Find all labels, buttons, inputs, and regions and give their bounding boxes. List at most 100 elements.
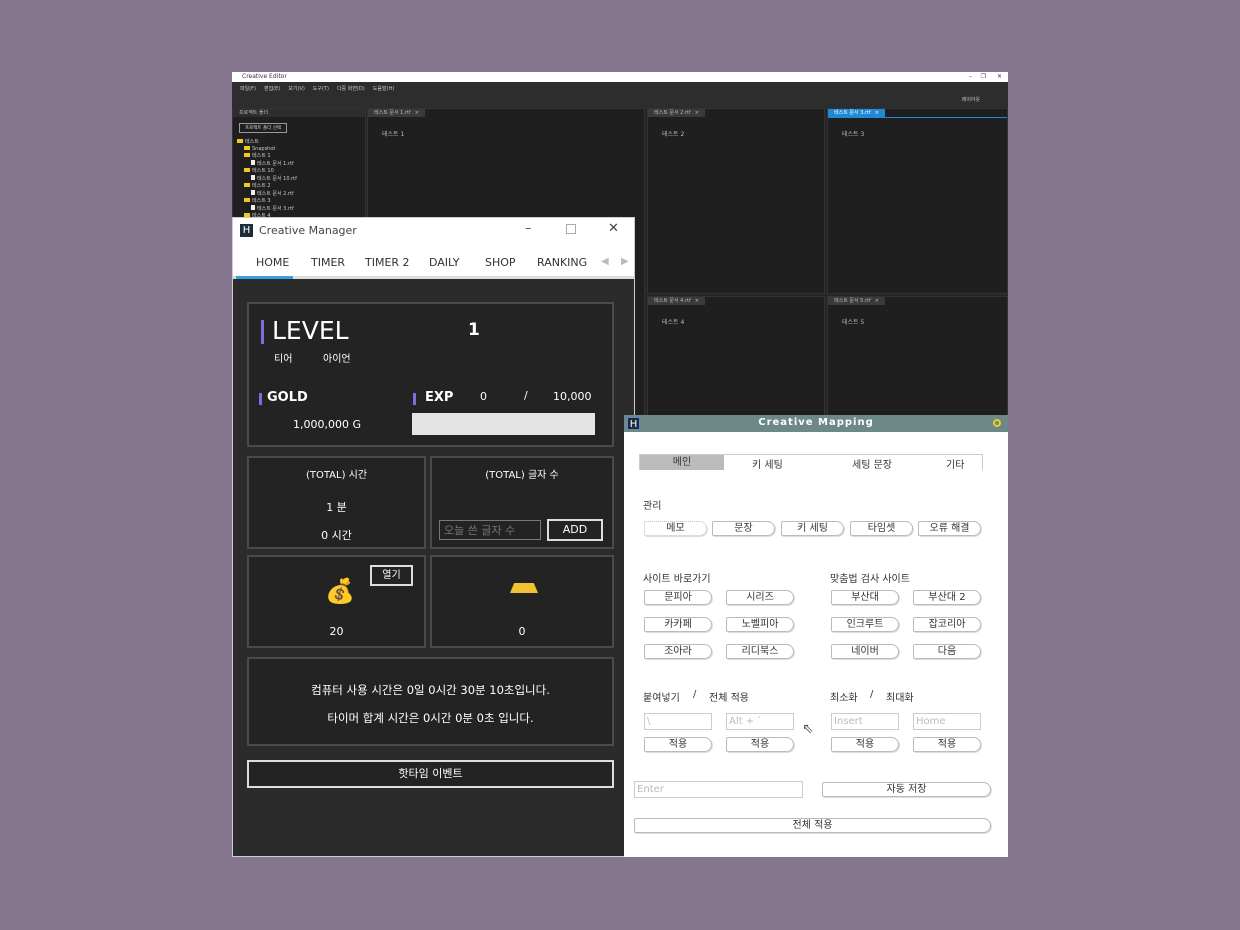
close-tab-icon[interactable]: × xyxy=(695,110,699,116)
tab-scroll-right-icon[interactable]: ▶ xyxy=(621,256,629,267)
gold-label: GOLD xyxy=(267,390,308,405)
editor-title: Creative Editor xyxy=(242,73,287,80)
apply-button[interactable]: 적용 xyxy=(726,737,794,752)
total-time-panel: (TOTAL) 시간 1 분 0 시간 xyxy=(247,456,426,549)
document-tab[interactable]: 테스트 문서 3.rtf × xyxy=(828,109,885,117)
site-button[interactable]: 노벨피아 xyxy=(726,617,794,632)
exp-value: 0 xyxy=(480,390,487,403)
manage-button[interactable]: 오류 해결 xyxy=(918,521,981,536)
menu-tools[interactable]: 도구(T) xyxy=(313,86,329,92)
tier-label: 티어 xyxy=(274,354,293,365)
menu-help[interactable]: 도움말(H) xyxy=(373,86,394,92)
tab-etc[interactable]: 기타 xyxy=(946,456,964,471)
document-text[interactable]: 테스트 1 xyxy=(382,129,404,138)
minimize-label: 최소화 xyxy=(830,693,858,704)
document-tab-label: 테스트 문서 4.rtf xyxy=(654,298,691,304)
document-text[interactable]: 테스트 5 xyxy=(842,317,864,326)
tree-item[interactable]: 테스트 문서 1.rtf xyxy=(237,160,297,168)
document-text[interactable]: 테스트 3 xyxy=(842,129,864,138)
tab-shop[interactable]: SHOP xyxy=(485,256,516,269)
hotkey-input[interactable]: \ xyxy=(644,713,712,730)
site-button[interactable]: 시리즈 xyxy=(726,590,794,605)
maximize-button[interactable] xyxy=(566,224,576,234)
tab-setting-sentence[interactable]: 세팅 문장 xyxy=(852,456,892,471)
spell-site-button[interactable]: 다음 xyxy=(913,644,981,659)
spell-site-button[interactable]: 네이버 xyxy=(831,644,899,659)
tab-timer-2[interactable]: TIMER 2 xyxy=(365,256,410,269)
document-text[interactable]: 테스트 4 xyxy=(662,317,684,326)
tree-item[interactable]: 테스트 문서 10.rtf xyxy=(237,175,297,183)
close-tab-icon[interactable]: × xyxy=(695,298,699,304)
tree-item[interactable]: 테스트 2 xyxy=(237,183,297,190)
close-button[interactable]: ✕ xyxy=(608,221,619,236)
tree-item[interactable]: 테스트 xyxy=(237,139,297,146)
site-button[interactable]: 조아라 xyxy=(644,644,712,659)
minimize-button[interactable]: – xyxy=(969,72,972,82)
tree-item[interactable]: Snapshot xyxy=(237,146,297,153)
document-tab[interactable]: 테스트 문서 4.rtf × xyxy=(648,297,705,305)
spell-site-button[interactable]: 인크루트 xyxy=(831,617,899,632)
hotkey-input[interactable]: Alt + ` xyxy=(726,713,794,730)
close-tab-icon[interactable]: × xyxy=(875,110,879,116)
enter-key-input[interactable]: Enter xyxy=(634,781,803,798)
manage-button[interactable]: 키 세팅 xyxy=(781,521,844,536)
slash: / xyxy=(693,689,697,700)
tier-value: 아이언 xyxy=(323,354,351,365)
manage-button[interactable]: 타임셋 xyxy=(850,521,913,536)
layout-button[interactable]: 레이아웃 xyxy=(962,96,980,103)
site-button[interactable]: 리디북스 xyxy=(726,644,794,659)
minimize-button[interactable]: – xyxy=(525,221,532,236)
active-tab-indicator xyxy=(236,276,293,279)
hotkey-input[interactable]: Home xyxy=(913,713,981,730)
spell-site-button[interactable]: 부산대 2 xyxy=(913,590,981,605)
spell-site-button[interactable]: 부산대 xyxy=(831,590,899,605)
auto-save-button[interactable]: 자동 저장 xyxy=(822,782,991,797)
menu-edit[interactable]: 편집(E) xyxy=(264,86,280,92)
tab-key-setting[interactable]: 키 세팅 xyxy=(752,456,783,471)
close-tab-icon[interactable]: × xyxy=(415,110,419,116)
apply-button[interactable]: 적용 xyxy=(831,737,899,752)
document-tab[interactable]: 테스트 문서 1.rtf × xyxy=(368,109,425,117)
document-tab[interactable]: 테스트 문서 2.rtf × xyxy=(648,109,705,117)
site-button[interactable]: 카카페 xyxy=(644,617,712,632)
tab-home[interactable]: HOME xyxy=(256,256,289,269)
folder-icon xyxy=(244,153,250,157)
close-tab-icon[interactable]: × xyxy=(875,298,879,304)
tree-item[interactable]: 테스트 3 xyxy=(237,198,297,205)
tab-scroll-left-icon[interactable]: ◀ xyxy=(601,256,609,267)
mouse-cursor-icon: ⇖ xyxy=(802,721,814,737)
tab-daily[interactable]: DAILY xyxy=(429,256,459,269)
close-button[interactable] xyxy=(993,419,1001,427)
apply-button[interactable]: 적용 xyxy=(913,737,981,752)
tree-item[interactable]: 테스트 문서 3.rtf xyxy=(237,205,297,213)
add-button[interactable]: ADD xyxy=(547,519,603,541)
tab-timer[interactable]: TIMER xyxy=(311,256,345,269)
apply-button[interactable]: 적용 xyxy=(644,737,712,752)
tree-item-label: 테스트 2 xyxy=(252,183,271,189)
close-button[interactable]: ✕ xyxy=(997,72,1002,82)
document-text[interactable]: 테스트 2 xyxy=(662,129,684,138)
chars-input[interactable] xyxy=(439,520,541,540)
folder-icon xyxy=(244,183,250,187)
restore-button[interactable]: ❐ xyxy=(981,72,986,82)
open-bag-button[interactable]: 열기 xyxy=(370,565,413,586)
menu-multiscreen[interactable]: 다중 화면(D) xyxy=(337,86,365,92)
manage-button[interactable]: 문장 xyxy=(712,521,775,536)
menu-view[interactable]: 보기(V) xyxy=(288,86,305,92)
menu-file[interactable]: 파일(F) xyxy=(240,86,256,92)
project-panel-title: 프로젝트 폴더 xyxy=(233,109,365,117)
tree-item[interactable]: 테스트 문서 2.rtf xyxy=(237,190,297,198)
select-folder-button[interactable]: 프로젝트 폴더 선택 xyxy=(239,123,287,133)
tree-item[interactable]: 테스트 1 xyxy=(237,153,297,160)
spell-site-button[interactable]: 잡코리아 xyxy=(913,617,981,632)
tab-main[interactable]: 메인 xyxy=(640,455,724,470)
hotkey-input[interactable]: Insert xyxy=(831,713,899,730)
tree-item[interactable]: 테스트 10 xyxy=(237,168,297,175)
manage-button[interactable]: 메모 xyxy=(644,521,707,536)
document-tab[interactable]: 테스트 문서 5.rtf × xyxy=(828,297,885,305)
hottime-event-button[interactable]: 핫타임 이벤트 xyxy=(247,760,614,788)
tab-ranking[interactable]: RANKING xyxy=(537,256,587,269)
manager-title: Creative Manager xyxy=(259,224,357,237)
apply-all-button[interactable]: 전체 적용 xyxy=(634,818,991,833)
site-button[interactable]: 문피아 xyxy=(644,590,712,605)
